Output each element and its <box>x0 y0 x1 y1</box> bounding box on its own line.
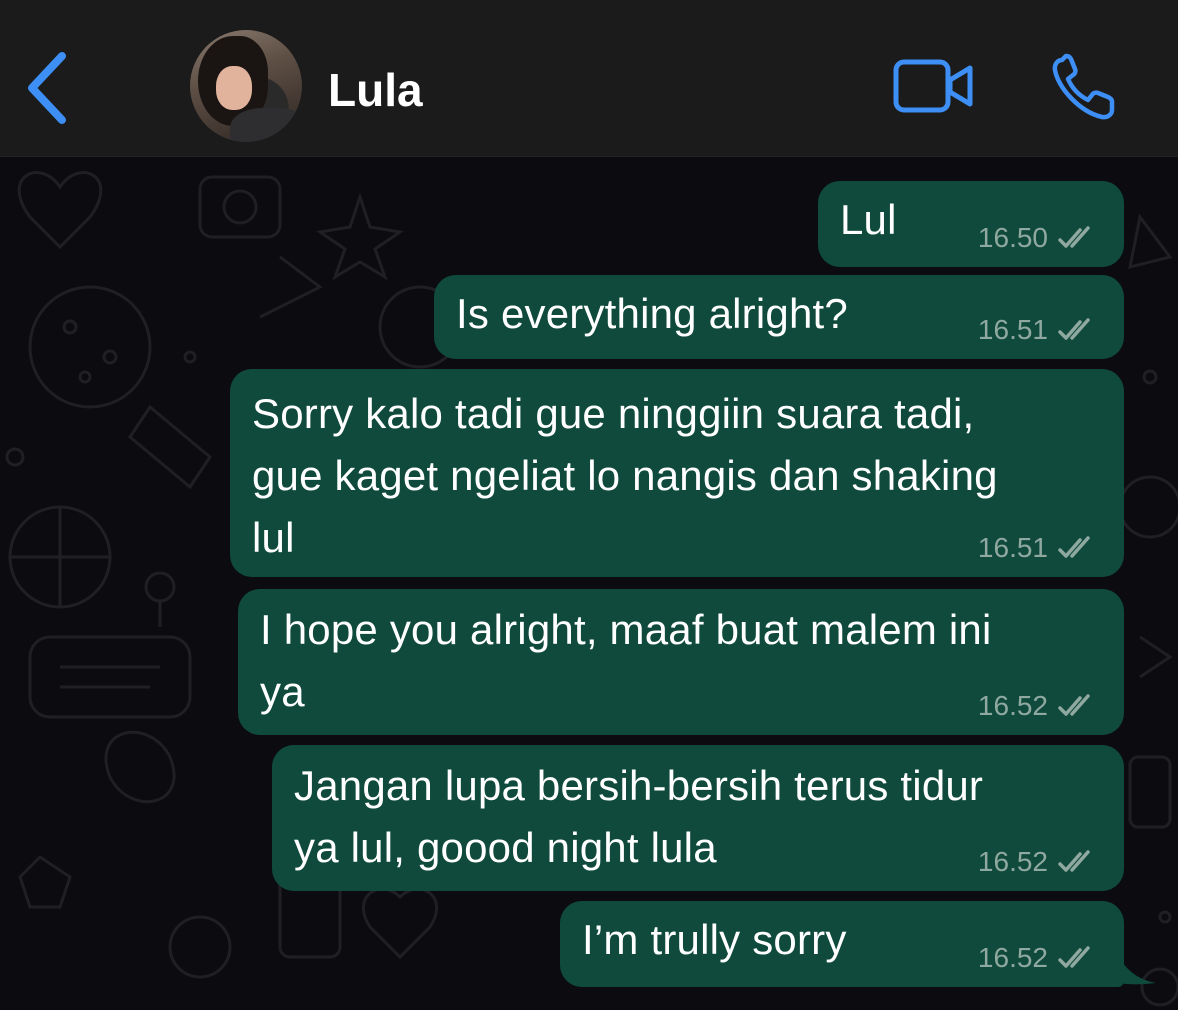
message-text: Lul <box>840 196 897 243</box>
double-check-icon <box>1058 536 1090 558</box>
message-time: 16.52 <box>977 690 1048 721</box>
chat-area[interactable]: Lul 16.50 Is everything alright? 16.51 S… <box>0 157 1178 1010</box>
message-time: 16.51 <box>977 532 1048 563</box>
contact-name[interactable]: Lula <box>328 60 423 120</box>
phone-icon <box>1052 53 1115 120</box>
message-bubble[interactable]: I’m trully sorry 16.52 <box>560 901 1124 987</box>
message-line: Jangan lupa bersih-bersih terus tidur <box>294 762 984 809</box>
message-line: ya lul, goood night lula <box>294 824 717 871</box>
message-meta: 16.52 <box>978 845 1096 879</box>
video-call-button[interactable] <box>892 58 976 114</box>
message-line: Sorry kalo tadi gue ninggiin suara tadi, <box>252 390 975 437</box>
message-text: Is everything alright? <box>456 290 848 337</box>
message-bubble[interactable]: I hope you alright, maaf buat malem ini … <box>238 589 1124 735</box>
double-check-icon <box>1058 694 1090 716</box>
message-meta: 16.51 <box>978 313 1096 347</box>
message-bubble[interactable]: Sorry kalo tadi gue ninggiin suara tadi,… <box>230 369 1124 577</box>
double-check-icon <box>1058 946 1090 968</box>
message-line: ya <box>260 668 305 715</box>
avatar[interactable] <box>190 30 302 142</box>
message-meta: 16.52 <box>978 689 1096 723</box>
chevron-left-icon <box>28 52 66 124</box>
double-check-icon <box>1058 318 1090 340</box>
video-camera-icon <box>893 59 973 113</box>
message-meta: 16.52 <box>978 941 1096 975</box>
message-line: I hope you alright, maaf buat malem ini <box>260 606 992 653</box>
back-button[interactable] <box>22 50 72 126</box>
message-meta: 16.50 <box>978 221 1096 255</box>
message-line: lul <box>252 514 295 561</box>
message-bubble[interactable]: Lul 16.50 <box>818 181 1124 267</box>
double-check-icon <box>1058 226 1090 248</box>
message-line: gue kaget ngeliat lo nangis dan shaking <box>252 452 998 499</box>
message-time: 16.52 <box>977 846 1048 877</box>
voice-call-button[interactable] <box>1050 52 1120 122</box>
double-check-icon <box>1058 850 1090 872</box>
message-time: 16.51 <box>977 314 1048 345</box>
message-meta: 16.51 <box>978 531 1096 565</box>
message-bubble[interactable]: Is everything alright? 16.51 <box>434 275 1124 359</box>
message-bubble[interactable]: Jangan lupa bersih-bersih terus tidur ya… <box>272 745 1124 891</box>
message-time: 16.50 <box>977 222 1048 253</box>
message-text: I’m trully sorry <box>582 916 847 963</box>
message-time: 16.52 <box>977 942 1048 973</box>
bubble-tail <box>1110 937 1156 985</box>
chat-header: Lula <box>0 0 1178 157</box>
